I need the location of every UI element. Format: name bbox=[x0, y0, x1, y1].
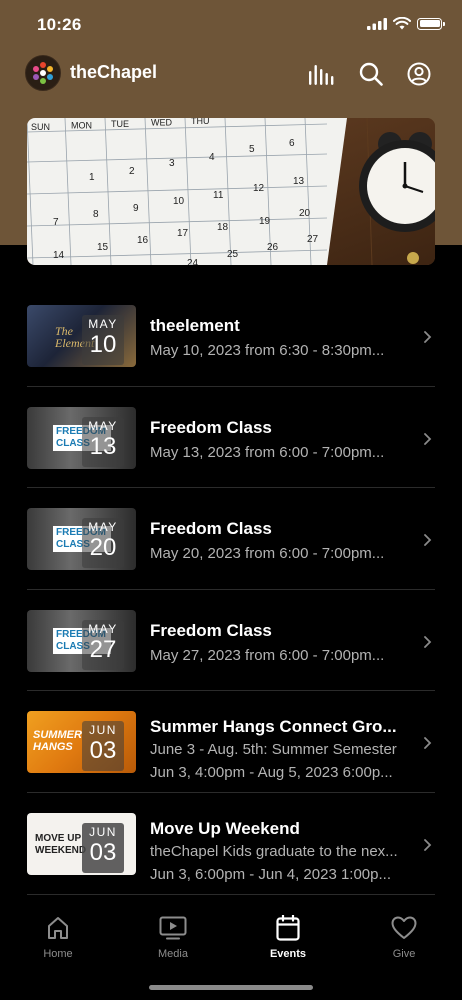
tab-home[interactable]: Home bbox=[18, 914, 98, 960]
date-badge: JUN 03 bbox=[82, 721, 124, 772]
calendar-date: 16 bbox=[137, 235, 149, 246]
date-badge: MAY 13 bbox=[82, 416, 124, 467]
status-bar: 10:26 bbox=[0, 0, 462, 50]
search-button[interactable] bbox=[357, 60, 385, 88]
event-thumbnail: FREEDOM CLASS MAY 20 bbox=[27, 508, 136, 571]
calendar-date: 20 bbox=[299, 208, 311, 219]
event-description: theChapel Kids graduate to the nex... bbox=[150, 842, 398, 860]
event-thumbnail: FREEDOM CLASS MAY 13 bbox=[27, 406, 136, 469]
event-title: Summer Hangs Connect Gro... bbox=[150, 717, 397, 737]
calendar-date: 14 bbox=[53, 250, 65, 261]
user-icon bbox=[407, 62, 431, 86]
calendar-weekday: TUE bbox=[111, 119, 129, 129]
date-badge: MAY 20 bbox=[82, 518, 124, 569]
app-header: theChapel bbox=[0, 54, 462, 94]
thumb-text: MOVE UP WEEKEND bbox=[35, 832, 87, 856]
calendar-date: 18 bbox=[217, 222, 229, 233]
calendar-date: 24 bbox=[187, 258, 199, 265]
chevron-right-icon bbox=[424, 635, 432, 648]
status-time: 10:26 bbox=[37, 15, 82, 34]
event-thumbnail: MOVE UP WEEKEND JUN 03 bbox=[27, 812, 136, 875]
event-date: Jun 3, 4:00pm - Aug 5, 2023 6:00p... bbox=[150, 764, 393, 782]
battery-icon bbox=[417, 17, 445, 30]
calendar-weekday: SUN bbox=[31, 122, 50, 132]
chevron-right-icon bbox=[424, 839, 432, 851]
event-thumbnail: SUMMER HANGS JUN 03 bbox=[27, 711, 136, 774]
tab-label: Media bbox=[158, 948, 188, 960]
event-thumbnail: FREEDOM CLASS MAY 27 bbox=[27, 609, 136, 672]
calendar-date: 27 bbox=[307, 234, 319, 245]
heart-icon bbox=[391, 916, 417, 939]
signal-icon bbox=[367, 17, 387, 30]
tab-events[interactable]: Events bbox=[248, 914, 328, 960]
thumb-text: SUMMER HANGS bbox=[33, 729, 82, 754]
chevron-right-icon bbox=[424, 432, 432, 445]
calendar-date: 3 bbox=[169, 158, 175, 169]
calendar-weekday: THU bbox=[191, 118, 210, 126]
event-row-freedom-class[interactable]: FREEDOM CLASS MAY 20 Freedom Class May 2… bbox=[27, 488, 435, 590]
calendar-date: 4 bbox=[209, 152, 215, 163]
church-logo[interactable] bbox=[25, 55, 61, 91]
chevron-right-icon bbox=[424, 331, 432, 343]
event-row-summer-hangs[interactable]: SUMMER HANGS JUN 03 Summer Hangs Connect… bbox=[27, 691, 435, 793]
calendar-date: 15 bbox=[97, 242, 109, 253]
tab-give[interactable]: Give bbox=[364, 914, 444, 960]
wifi-icon bbox=[393, 17, 411, 30]
calendar-date: 12 bbox=[253, 183, 265, 194]
home-icon bbox=[48, 917, 68, 939]
chevron-right-icon bbox=[424, 534, 432, 547]
event-date: Jun 3, 6:00pm - Jun 4, 2023 1:00p... bbox=[150, 865, 391, 883]
events-list: The Element MAY 10 theelement May 10, 20… bbox=[27, 285, 435, 895]
event-title: Freedom Class bbox=[150, 620, 272, 640]
calendar-date: 2 bbox=[129, 166, 135, 177]
calendar-date: 5 bbox=[249, 144, 255, 155]
calendar-date: 11 bbox=[213, 190, 224, 201]
calendar-weekday: MON bbox=[71, 121, 92, 131]
home-indicator[interactable] bbox=[149, 985, 313, 990]
calendar-date: 6 bbox=[289, 138, 295, 149]
tab-label: Events bbox=[269, 948, 307, 960]
event-title: Freedom Class bbox=[150, 519, 272, 539]
profile-button[interactable] bbox=[405, 60, 433, 88]
event-title: Move Up Weekend bbox=[150, 818, 300, 838]
tab-label: Give bbox=[392, 948, 416, 960]
event-date: May 13, 2023 from 6:00 - 7:00pm... bbox=[150, 443, 385, 461]
event-date: May 27, 2023 from 6:00 - 7:00pm... bbox=[150, 646, 385, 664]
calendar-date: 25 bbox=[227, 249, 239, 260]
calendar-date: 7 bbox=[53, 217, 59, 228]
date-badge: MAY 27 bbox=[82, 619, 124, 670]
calendar-date: 13 bbox=[293, 176, 305, 187]
date-badge: MAY 10 bbox=[82, 315, 124, 365]
calendar-date: 1 bbox=[89, 172, 95, 183]
hero-calendar-image[interactable]: SUN MON TUE WED THU 1 2 3 4 5 6 7 8 9 10 11 12 13 14 15 16 17… bbox=[27, 118, 435, 265]
event-row-move-up-weekend[interactable]: MOVE UP WEEKEND JUN 03 Move Up Weekend t… bbox=[27, 793, 435, 895]
event-row-theelement[interactable]: The Element MAY 10 theelement May 10, 20… bbox=[27, 285, 435, 387]
event-title: Freedom Class bbox=[150, 417, 272, 437]
calendar-weekday: WED bbox=[151, 118, 172, 128]
event-description: June 3 - Aug. 5th: Summer Semester bbox=[150, 741, 397, 759]
event-date: May 20, 2023 from 6:00 - 7:00pm... bbox=[150, 545, 385, 563]
event-date: May 10, 2023 from 6:30 - 8:30pm... bbox=[150, 342, 385, 359]
media-icon bbox=[159, 916, 187, 940]
tab-label: Home bbox=[43, 948, 73, 960]
event-row-freedom-class[interactable]: FREEDOM CLASS MAY 27 Freedom Class May 2… bbox=[27, 590, 435, 692]
calendar-date: 19 bbox=[259, 216, 271, 227]
date-badge: JUN 03 bbox=[82, 822, 124, 873]
app-title: theChapel bbox=[70, 62, 158, 82]
event-thumbnail: The Element MAY 10 bbox=[27, 305, 136, 367]
calendar-icon bbox=[276, 915, 300, 941]
calendar-date: 10 bbox=[173, 196, 185, 207]
calendar-date: 17 bbox=[177, 228, 189, 239]
event-row-freedom-class[interactable]: FREEDOM CLASS MAY 13 Freedom Class May 1… bbox=[27, 387, 435, 489]
calendar-date: 9 bbox=[133, 203, 139, 214]
event-title: theelement bbox=[150, 316, 240, 335]
tab-media[interactable]: Media bbox=[133, 914, 213, 960]
calendar-date: 8 bbox=[93, 209, 99, 220]
calendar-date: 26 bbox=[267, 242, 279, 253]
live-audio-button[interactable] bbox=[307, 60, 335, 88]
search-icon bbox=[359, 62, 383, 86]
audio-bars-icon bbox=[309, 65, 334, 85]
chevron-right-icon bbox=[424, 737, 432, 750]
